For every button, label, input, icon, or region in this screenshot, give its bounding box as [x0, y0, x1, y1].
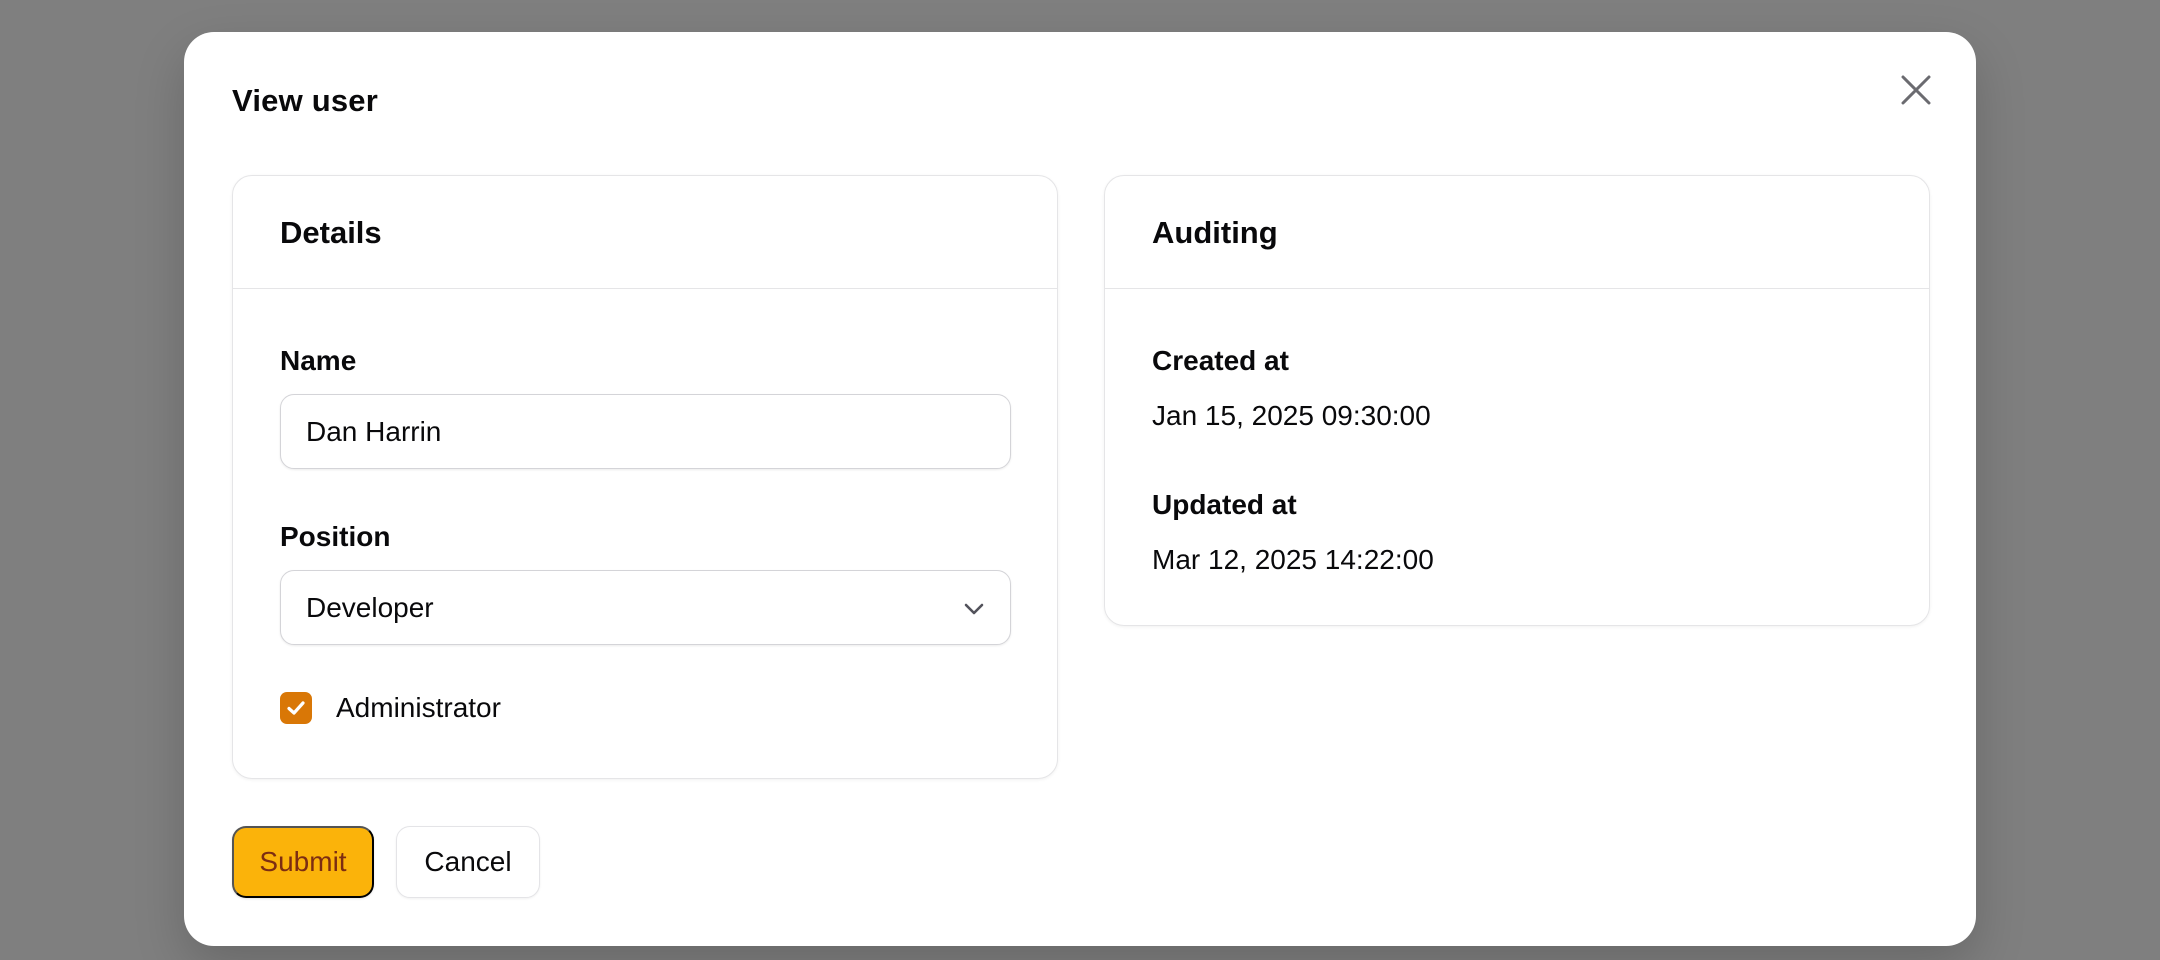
auditing-card: Auditing Created at Jan 15, 2025 09:30:0…	[1104, 175, 1930, 626]
updated-at-value: Mar 12, 2025 14:22:00	[1152, 544, 1434, 575]
cancel-button[interactable]: Cancel	[396, 826, 540, 898]
position-select-value: Developer	[306, 591, 434, 623]
name-input-value: Dan Harrin	[306, 415, 442, 447]
updated-at-label: Updated at	[1152, 489, 1297, 520]
name-label: Name	[280, 345, 357, 376]
position-label: Position	[280, 521, 391, 552]
details-card: Details Name Dan Harrin Position Develop…	[232, 175, 1058, 779]
chevron-down-icon	[964, 603, 984, 615]
administrator-checkbox-row[interactable]: Administrator	[280, 692, 501, 724]
position-select[interactable]: Developer	[280, 570, 1011, 645]
administrator-checkbox[interactable]	[280, 692, 312, 724]
close-icon	[1901, 75, 1931, 105]
created-at-label: Created at	[1152, 345, 1289, 376]
auditing-card-header: Auditing	[1105, 176, 1929, 289]
check-icon	[287, 701, 305, 715]
modal-title: View user	[232, 83, 378, 118]
details-title: Details	[280, 214, 382, 250]
close-button[interactable]	[1894, 68, 1938, 112]
submit-button[interactable]: Submit	[232, 826, 374, 898]
created-at-value: Jan 15, 2025 09:30:00	[1152, 400, 1431, 431]
name-input[interactable]: Dan Harrin	[280, 394, 1011, 469]
view-user-modal: View user Details Name Dan Harrin Positi…	[184, 32, 1976, 946]
details-card-header: Details	[233, 176, 1057, 289]
administrator-label: Administrator	[336, 692, 501, 723]
auditing-title: Auditing	[1152, 214, 1278, 250]
